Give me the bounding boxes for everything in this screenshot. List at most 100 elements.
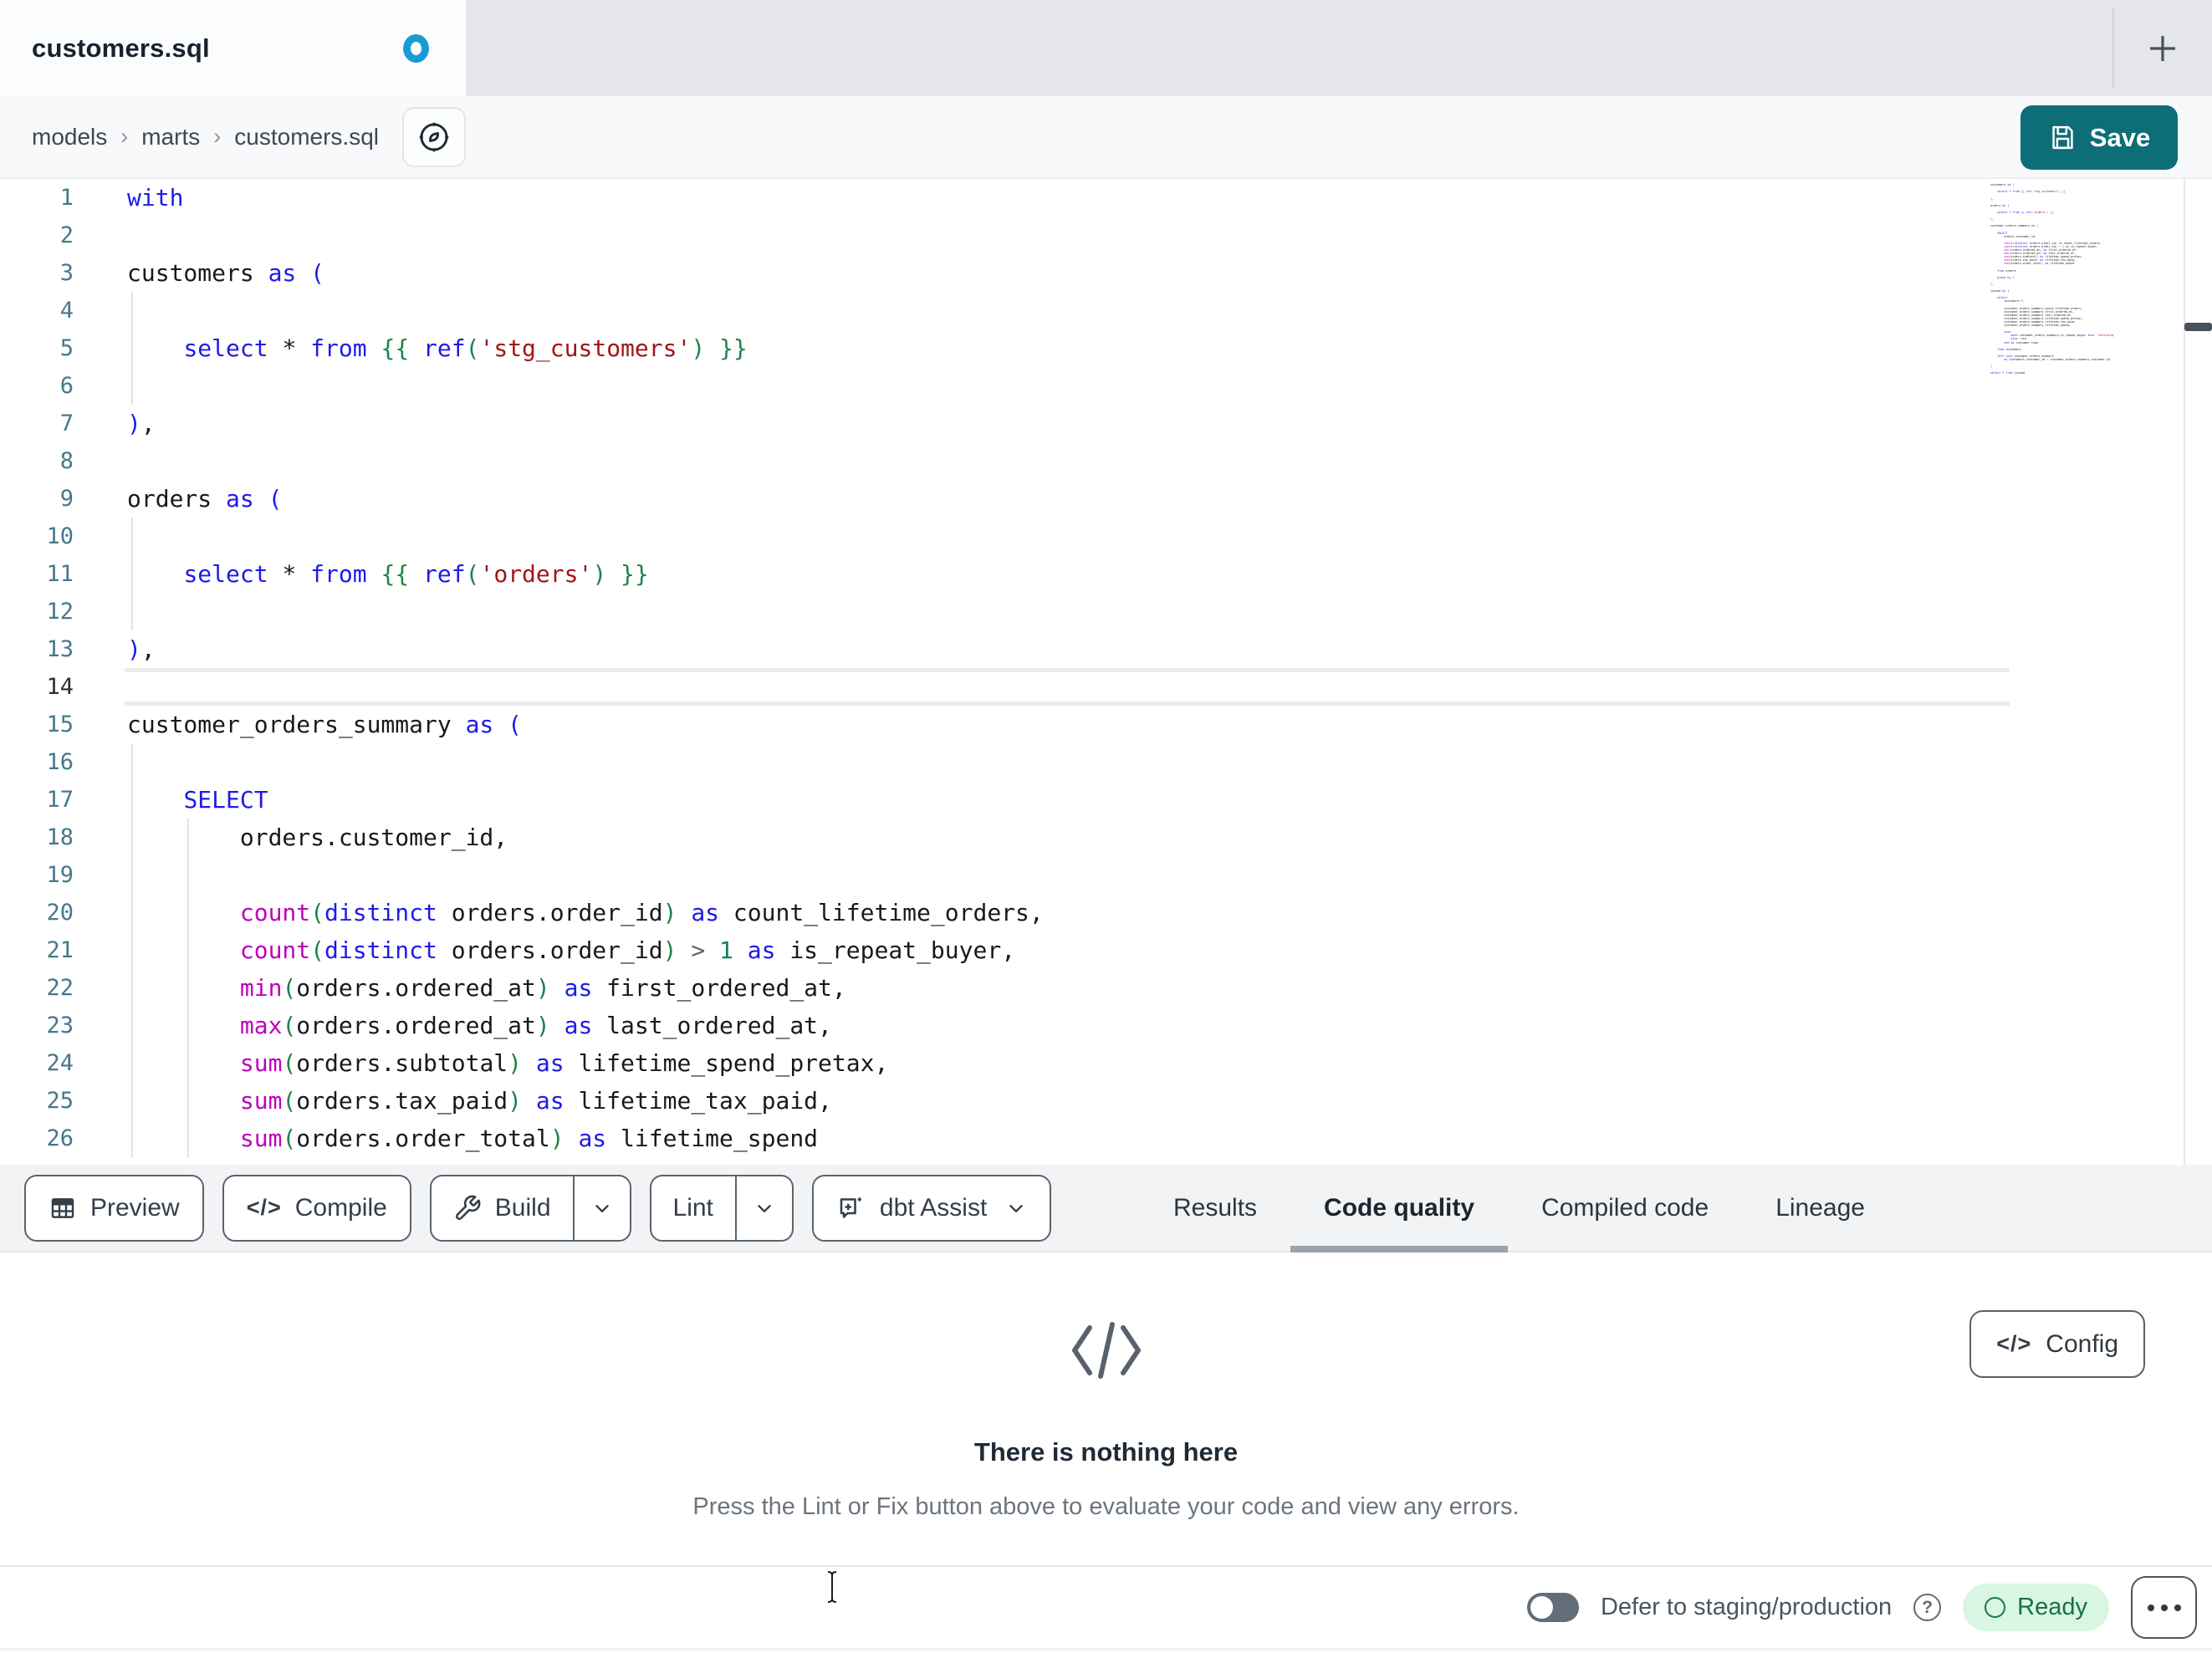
code-line-15[interactable]: 15 customer_orders_summary as ( — [0, 706, 2212, 743]
lint-dropdown-button[interactable] — [734, 1176, 792, 1240]
chevron-down-icon — [595, 1204, 609, 1212]
dot — [2160, 1604, 2168, 1611]
code-lines: 1 with 2 3 customers as (4 5 select * from {{… — [0, 179, 2212, 1157]
code-line-12[interactable]: 12 — [0, 593, 2212, 630]
line-number: 10 — [46, 523, 74, 549]
code-line-18[interactable]: 18 orders.customer_id, — [0, 819, 2212, 856]
minimap[interactable]: withcustomers as ( select * from {{ ref(… — [1990, 179, 2179, 375]
code-line-4[interactable]: 4 — [0, 292, 2212, 329]
code-line-10[interactable]: 10 — [0, 518, 2212, 555]
tab-code-quality[interactable]: Code quality — [1290, 1165, 1509, 1253]
code-line-23[interactable]: 23 max(orders.ordered_at) as last_ordere… — [0, 1007, 2212, 1044]
config-button[interactable]: </> Config — [1969, 1310, 2145, 1378]
code-line-5[interactable]: 5 select * from {{ ref('stg_customers') … — [0, 329, 2212, 367]
code-line-1[interactable]: 1 with — [0, 179, 2212, 217]
code-line-20[interactable]: 20 count(distinct orders.order_id) as co… — [0, 894, 2212, 931]
editor-toolbar: Preview </> Compile Build Lint dbt Assis… — [0, 1165, 2212, 1253]
dbt-assist-button[interactable]: dbt Assist — [811, 1174, 1052, 1242]
line-number: 20 — [46, 900, 74, 926]
empty-state: There is nothing here Press the Lint or … — [0, 1253, 2212, 1521]
help-icon[interactable]: ? — [1913, 1594, 1942, 1621]
line-number: 26 — [46, 1125, 74, 1151]
compile-button[interactable]: </> Compile — [222, 1174, 411, 1242]
dot — [2147, 1604, 2154, 1611]
lint-button-label: Lint — [672, 1193, 713, 1222]
code-line-7[interactable]: 7), — [0, 405, 2212, 442]
code-line-16[interactable]: 16 — [0, 743, 2212, 781]
ready-status-badge: Ready — [1963, 1584, 2109, 1631]
status-bar: Defer to staging/production ? Ready — [0, 1565, 2212, 1650]
code-line-17[interactable]: 17 SELECT — [0, 781, 2212, 819]
dbt-assist-chevron[interactable] — [1005, 1197, 1027, 1219]
line-number: 8 — [59, 448, 74, 474]
breadcrumb-separator: › — [120, 124, 129, 149]
chat-sparkle-icon — [836, 1193, 866, 1223]
indent-guide — [187, 819, 189, 1157]
explore-lineage-button[interactable] — [401, 106, 466, 167]
breadcrumb-row: models › marts › customers.sql Save — [0, 96, 2212, 179]
toggle-knob — [1530, 1596, 1553, 1619]
wrench-icon — [453, 1194, 482, 1222]
chevron-down-icon — [1009, 1204, 1023, 1212]
code-editor[interactable]: 1 with 2 3 customers as (4 5 select * from {{… — [0, 179, 2212, 1165]
line-number: 9 — [59, 486, 74, 512]
preview-button[interactable]: Preview — [24, 1174, 204, 1242]
ready-status-label: Ready — [2017, 1594, 2087, 1620]
line-number: 15 — [46, 712, 74, 737]
build-button[interactable]: Build — [432, 1176, 573, 1240]
code-line-6[interactable]: 6 — [0, 367, 2212, 405]
line-number: 22 — [46, 975, 74, 1001]
code-line-24[interactable]: 24 sum(orders.subtotal) as lifetime_spen… — [0, 1044, 2212, 1082]
dot — [2174, 1604, 2181, 1611]
code-line-25[interactable]: 25 sum(orders.tax_paid) as lifetime_tax_… — [0, 1082, 2212, 1120]
table-icon — [49, 1194, 77, 1222]
code-line-14[interactable]: 14 — [0, 668, 2212, 706]
build-button-label: Build — [494, 1193, 551, 1222]
line-number: 17 — [46, 787, 74, 813]
file-tab-customers-sql[interactable]: customers.sql — [0, 0, 466, 96]
code-line-2[interactable]: 2 — [0, 217, 2212, 254]
indent-guide — [131, 292, 133, 405]
dbt-assist-button-label: dbt Assist — [879, 1193, 988, 1222]
new-tab-button[interactable] — [2141, 27, 2184, 70]
line-number: 12 — [46, 599, 74, 625]
unsaved-changes-dot-icon — [403, 33, 429, 63]
code-line-26[interactable]: 26 sum(orders.order_total) as lifetime_s… — [0, 1120, 2212, 1157]
breadcrumb-separator: › — [213, 124, 222, 149]
defer-toggle[interactable] — [1526, 1593, 1579, 1622]
lint-split-button: Lint — [649, 1174, 794, 1242]
editor-scrollbar-thumb[interactable] — [2184, 323, 2212, 331]
code-line-13[interactable]: 13), — [0, 630, 2212, 668]
breadcrumb-current-file[interactable]: customers.sql — [234, 124, 379, 151]
code-line-19[interactable]: 19 — [0, 856, 2212, 894]
code-line-3[interactable]: 3 customers as ( — [0, 254, 2212, 292]
tab-compiled-code[interactable]: Compiled code — [1508, 1165, 1742, 1251]
line-number: 1 — [59, 185, 74, 211]
code-line-8[interactable]: 8 — [0, 442, 2212, 480]
breadcrumb-marts[interactable]: marts — [141, 124, 200, 151]
line-number: 16 — [46, 749, 74, 775]
tab-lineage[interactable]: Lineage — [1742, 1165, 1898, 1251]
line-number: 25 — [46, 1088, 74, 1114]
save-button-label: Save — [2089, 122, 2151, 152]
indent-guide — [131, 743, 133, 1157]
lint-button[interactable]: Lint — [651, 1176, 735, 1240]
save-button[interactable]: Save — [2020, 105, 2178, 170]
floppy-disk-icon — [2052, 125, 2073, 150]
code-line-9[interactable]: 9 orders as ( — [0, 480, 2212, 518]
line-number: 11 — [46, 561, 74, 587]
code-quality-panel: There is nothing here Press the Lint or … — [0, 1253, 2212, 1565]
more-options-button[interactable] — [2131, 1576, 2197, 1639]
code-line-22[interactable]: 22 min(orders.ordered_at) as first_order… — [0, 969, 2212, 1007]
tab-results[interactable]: Results — [1140, 1165, 1290, 1251]
compass-icon — [419, 122, 449, 151]
build-dropdown-button[interactable] — [572, 1176, 630, 1240]
empty-state-title: There is nothing here — [973, 1437, 1239, 1467]
code-line-11[interactable]: 11 select * from {{ ref('orders') }} — [0, 555, 2212, 593]
line-number: 6 — [59, 373, 74, 399]
result-tabs: Results Code quality Compiled code Linea… — [1140, 1165, 1898, 1253]
code-line-21[interactable]: 21 count(distinct orders.order_id) > 1 a… — [0, 931, 2212, 969]
plus-icon — [2150, 36, 2175, 61]
breadcrumb-models[interactable]: models — [32, 124, 107, 151]
line-number: 23 — [46, 1013, 74, 1038]
